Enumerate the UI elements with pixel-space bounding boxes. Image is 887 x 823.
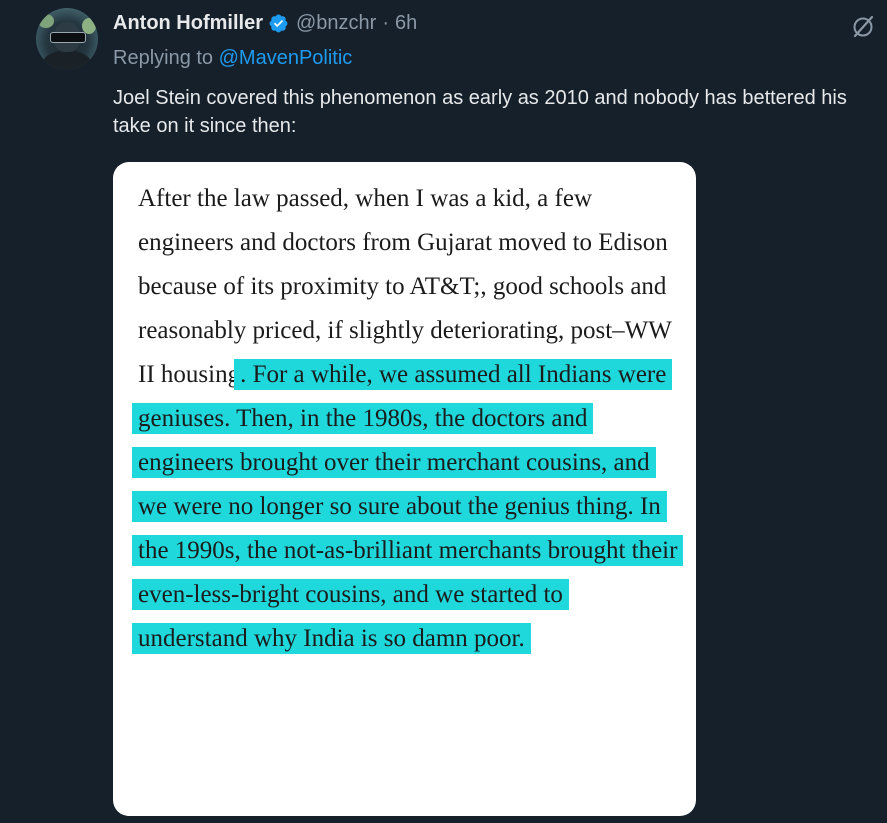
verified-badge-icon[interactable] bbox=[268, 13, 289, 34]
replying-mention-link[interactable]: @MavenPolitic bbox=[219, 47, 353, 69]
replying-prefix: Replying to bbox=[113, 47, 214, 69]
author-name[interactable]: Anton Hofmiller bbox=[113, 12, 263, 35]
replying-to: Replying to @MavenPolitic bbox=[113, 47, 352, 70]
tweet-media-image[interactable]: After the law passed, when I was a kid, … bbox=[113, 162, 696, 816]
avatar-glasses bbox=[50, 32, 86, 43]
tweet-text: Joel Stein covered this phenomenon as ea… bbox=[113, 87, 847, 137]
avatar-foliage bbox=[38, 14, 54, 28]
avatar-body bbox=[42, 50, 92, 70]
edit-icon[interactable] bbox=[850, 13, 876, 39]
tweet[interactable]: Anton Hofmiller @bnzchr · 6h Replying to… bbox=[0, 0, 887, 823]
avatar[interactable] bbox=[36, 8, 98, 70]
author-handle[interactable]: @bnzchr bbox=[296, 12, 376, 35]
separator-dot: · bbox=[382, 11, 390, 34]
excerpt-plain-text: After the law passed, when I was a kid, … bbox=[138, 185, 672, 388]
tweet-timestamp[interactable]: 6h bbox=[395, 12, 417, 35]
book-excerpt: After the law passed, when I was a kid, … bbox=[132, 177, 684, 661]
tweet-header: Anton Hofmiller @bnzchr · 6h bbox=[113, 11, 417, 35]
excerpt-highlighted-text: . For a while, we assumed all Indians we… bbox=[132, 359, 684, 654]
